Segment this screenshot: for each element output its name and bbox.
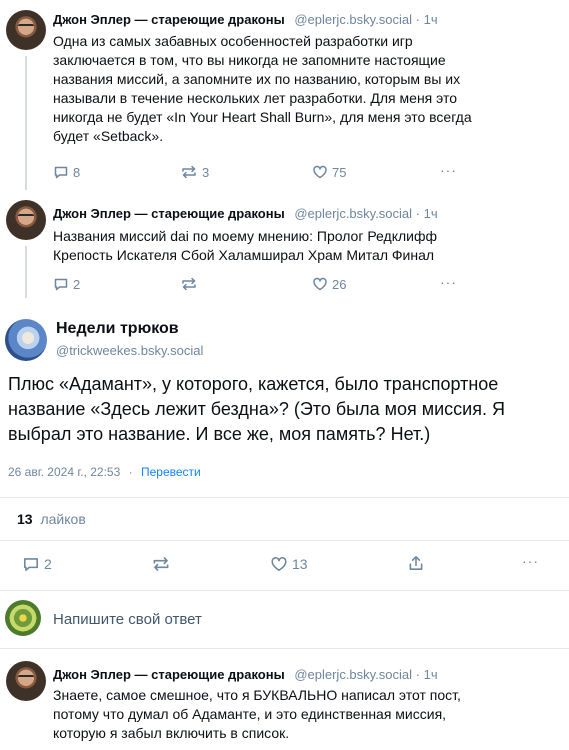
heart-icon <box>312 164 328 180</box>
author-handle[interactable]: @eplerjc.bsky.social <box>294 12 412 27</box>
post-text: Плюс «Адамант», у которого, кажется, был… <box>8 374 505 444</box>
thread-connector-line <box>25 56 27 190</box>
reply-post[interactable]: Джон Эплер — стареющие драконы @eplerjc.… <box>0 649 569 750</box>
reply-button[interactable]: 8 <box>53 164 80 180</box>
likes-total: 13 <box>17 511 33 527</box>
my-avatar <box>5 600 41 636</box>
post-timestamp[interactable]: 26 авг. 2024 г., 22:53 <box>8 465 120 479</box>
author-name[interactable]: Джон Эплер — стареющие драконы <box>53 206 285 221</box>
post-time[interactable]: · 1ч <box>416 206 438 221</box>
focused-post: Недели трюков @trickweekes.bsky.social П… <box>0 298 569 590</box>
reply-button[interactable]: 2 <box>22 555 52 573</box>
more-options-button[interactable]: ··· <box>522 553 539 569</box>
author-handle[interactable]: @trickweekes.bsky.social <box>56 343 203 358</box>
divider <box>0 540 569 541</box>
reply-input[interactable]: Напишите свой ответ <box>53 611 202 628</box>
translate-link[interactable]: Перевести <box>141 465 201 479</box>
repost-arrows-icon <box>180 164 198 180</box>
repost-button[interactable] <box>180 276 202 292</box>
ellipsis-icon: ··· <box>440 162 457 178</box>
author-handle[interactable]: @eplerjc.bsky.social <box>294 206 412 221</box>
post-header: Джон Эплер — стареющие драконы @eplerjc.… <box>53 12 438 27</box>
divider <box>0 497 569 498</box>
likes-label: лайков <box>40 511 86 527</box>
like-count: 75 <box>332 164 347 180</box>
author-avatar[interactable] <box>6 661 46 701</box>
share-button[interactable] <box>407 554 425 572</box>
thread-post-2[interactable]: Джон Эплер — стареющие драконы @eplerjc.… <box>0 190 569 298</box>
reply-button[interactable]: 2 <box>53 276 80 292</box>
author-handle[interactable]: @eplerjc.bsky.social <box>294 667 412 682</box>
repost-arrows-icon <box>180 276 198 292</box>
reply-count: 2 <box>73 276 81 292</box>
share-icon <box>407 554 425 572</box>
author-avatar[interactable] <box>5 319 47 361</box>
like-count: 26 <box>332 276 347 292</box>
heart-icon <box>270 555 288 573</box>
reply-count: 2 <box>44 556 52 572</box>
thread-post-1[interactable]: Джон Эплер — стареющие драконы @eplerjc.… <box>0 0 569 190</box>
ellipsis-icon: ··· <box>440 274 457 290</box>
repost-button[interactable]: 3 <box>180 164 209 180</box>
repost-count: 3 <box>202 164 210 180</box>
post-text: Одна из самых забавных особенностей разр… <box>53 33 472 144</box>
heart-icon <box>312 276 328 292</box>
author-avatar[interactable] <box>6 10 46 50</box>
post-time[interactable]: · 1ч <box>416 12 438 27</box>
repost-button[interactable] <box>151 555 171 573</box>
like-button[interactable]: 13 <box>270 555 308 573</box>
reply-bubble-icon <box>22 555 40 573</box>
reply-bubble-icon <box>53 164 69 180</box>
ellipsis-icon: ··· <box>522 553 539 569</box>
author-name[interactable]: Джон Эплер — стареющие драконы <box>53 667 285 682</box>
post-text: Знаете, самое смешное, что я БУКВАЛЬНО н… <box>53 687 461 741</box>
author-name[interactable]: Недели трюков <box>56 320 179 338</box>
thread-connector-line <box>25 246 27 298</box>
like-button[interactable]: 26 <box>312 276 346 292</box>
post-header: Джон Эплер — стареющие драконы @eplerjc.… <box>53 206 438 221</box>
like-button[interactable]: 75 <box>312 164 346 180</box>
reply-count: 8 <box>73 164 81 180</box>
post-text: Названия миссий dai по моему мнению: Про… <box>53 228 438 263</box>
repost-arrows-icon <box>151 555 171 573</box>
reply-composer[interactable]: Напишите свой ответ <box>0 591 569 648</box>
reply-bubble-icon <box>53 276 69 292</box>
author-name[interactable]: Джон Эплер — стареющие драконы <box>53 12 285 27</box>
post-header: Джон Эплер — стареющие драконы @eplerjc.… <box>53 667 438 682</box>
author-avatar[interactable] <box>6 200 46 240</box>
more-options-button[interactable]: ··· <box>440 162 457 178</box>
post-time[interactable]: · 1ч <box>416 667 438 682</box>
likes-summary[interactable]: 13 лайков <box>17 511 86 527</box>
more-options-button[interactable]: ··· <box>440 274 457 290</box>
post-meta: 26 авг. 2024 г., 22:53 · Перевести <box>8 465 201 479</box>
like-count: 13 <box>292 556 308 572</box>
